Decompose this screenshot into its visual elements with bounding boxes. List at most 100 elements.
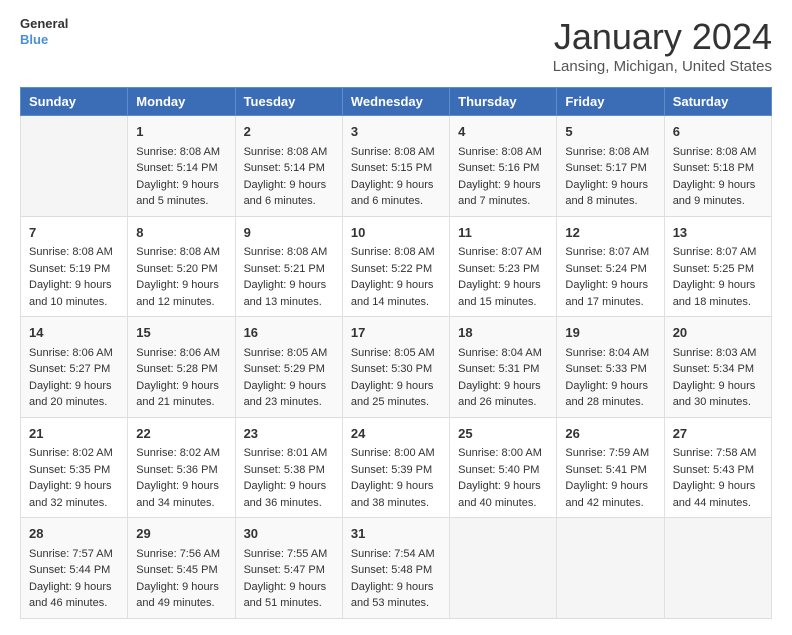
sunset-text: Sunset: 5:29 PM — [244, 363, 325, 375]
day-number: 20 — [673, 323, 763, 343]
sunrise-text: Sunrise: 8:01 AM — [244, 447, 328, 459]
sunrise-text: Sunrise: 8:00 AM — [458, 447, 542, 459]
calendar-cell: 19Sunrise: 8:04 AMSunset: 5:33 PMDayligh… — [557, 317, 664, 418]
day-info: Sunrise: 8:08 AMSunset: 5:18 PMDaylight:… — [673, 144, 763, 210]
daylight-text: Daylight: 9 hours and 7 minutes. — [458, 179, 541, 208]
sunset-text: Sunset: 5:14 PM — [244, 162, 325, 174]
sunrise-text: Sunrise: 8:02 AM — [136, 447, 220, 459]
day-info: Sunrise: 8:08 AM Sunset: 5:20 PM Daylight:… — [136, 244, 226, 310]
sunset-text: Sunset: 5:23 PM — [458, 263, 539, 275]
day-info: Sunrise: 8:08 AMSunset: 5:22 PMDaylight:… — [351, 244, 441, 310]
sunset-text: Sunset: 5:34 PM — [673, 363, 754, 375]
day-info: Sunrise: 8:08 AMSunset: 5:16 PMDaylight:… — [458, 144, 548, 210]
calendar-cell: 14Sunrise: 8:06 AMSunset: 5:27 PMDayligh… — [21, 317, 128, 418]
sunset-text: Sunset: 5:24 PM — [565, 263, 646, 275]
calendar-cell: 31Sunrise: 7:54 AMSunset: 5:48 PMDayligh… — [342, 518, 449, 619]
day-number: 2 — [244, 122, 334, 142]
day-info: Sunrise: 7:59 AMSunset: 5:41 PMDaylight:… — [565, 445, 655, 511]
day-info: Sunrise: 8:07 AMSunset: 5:24 PMDaylight:… — [565, 244, 655, 310]
day-info: Sunrise: 8:05 AMSunset: 5:29 PMDaylight:… — [244, 345, 334, 411]
calendar-cell: 28Sunrise: 7:57 AMSunset: 5:44 PMDayligh… — [21, 518, 128, 619]
day-header-wednesday: Wednesday — [342, 88, 449, 116]
calendar-cell: 12Sunrise: 8:07 AMSunset: 5:24 PMDayligh… — [557, 216, 664, 317]
title-block: January 2024 Lansing, Michigan, United S… — [553, 16, 772, 75]
sunset-text: Sunset: 5:38 PM — [244, 464, 325, 476]
logo-text-line2: Blue — [20, 32, 68, 48]
day-info: Sunrise: 8:08 AMSunset: 5:14 PMDaylight:… — [136, 144, 226, 210]
sunrise-text: Sunrise: 8:08 AM — [136, 146, 220, 158]
sunset-text: Sunset: 5:35 PM — [29, 464, 110, 476]
calendar-cell: 18Sunrise: 8:04 AMSunset: 5:31 PMDayligh… — [450, 317, 557, 418]
daylight-text: Daylight: 9 hours and 38 minutes. — [351, 480, 434, 509]
sunrise-text: Sunrise: 8:07 AM — [565, 246, 649, 258]
daylight-text: Daylight: 9 hours and 9 minutes. — [673, 179, 756, 208]
calendar-cell: 21Sunrise: 8:02 AMSunset: 5:35 PMDayligh… — [21, 417, 128, 518]
day-number: 5 — [565, 122, 655, 142]
daylight-text: Daylight: 9 hours and 49 minutes. — [136, 581, 219, 610]
sunrise-text: Sunrise: 8:08 AM — [244, 246, 328, 258]
day-number: 19 — [565, 323, 655, 343]
sunset-text: Sunset: 5:19 PM — [29, 263, 110, 275]
day-info: Sunrise: 8:04 AMSunset: 5:33 PMDaylight:… — [565, 345, 655, 411]
calendar-week-row: 21Sunrise: 8:02 AMSunset: 5:35 PMDayligh… — [21, 417, 772, 518]
sunrise-text: Sunrise: 8:00 AM — [351, 447, 435, 459]
calendar-cell: 17Sunrise: 8:05 AMSunset: 5:30 PMDayligh… — [342, 317, 449, 418]
day-info: Sunrise: 8:00 AMSunset: 5:39 PMDaylight:… — [351, 445, 441, 511]
daylight-text: Daylight: 9 hours and 34 minutes. — [136, 480, 219, 509]
calendar-cell: 3Sunrise: 8:08 AMSunset: 5:15 PMDaylight… — [342, 116, 449, 217]
daylight-text: Daylight: 9 hours and 21 minutes. — [136, 380, 219, 409]
day-info: Sunrise: 8:08 AMSunset: 5:17 PMDaylight:… — [565, 144, 655, 210]
sunrise-text: Sunrise: 7:55 AM — [244, 548, 328, 560]
day-info: Sunrise: 7:56 AMSunset: 5:45 PMDaylight:… — [136, 546, 226, 612]
calendar-cell: 4Sunrise: 8:08 AMSunset: 5:16 PMDaylight… — [450, 116, 557, 217]
daylight-text: Daylight: 9 hours and 42 minutes. — [565, 480, 648, 509]
calendar-week-row: 14Sunrise: 8:06 AMSunset: 5:27 PMDayligh… — [21, 317, 772, 418]
calendar-cell: 2Sunrise: 8:08 AMSunset: 5:14 PMDaylight… — [235, 116, 342, 217]
calendar-cell — [21, 116, 128, 217]
day-info: Sunrise: 8:05 AMSunset: 5:30 PMDaylight:… — [351, 345, 441, 411]
sunrise-text: Sunrise: 7:59 AM — [565, 447, 649, 459]
calendar-cell: 26Sunrise: 7:59 AMSunset: 5:41 PMDayligh… — [557, 417, 664, 518]
daylight-text: Daylight: 9 hours and 32 minutes. — [29, 480, 112, 509]
calendar-cell: 6Sunrise: 8:08 AMSunset: 5:18 PMDaylight… — [664, 116, 771, 217]
calendar-cell: 8Sunrise: 8:08 AMSunset: 5:20 PMDaylight… — [128, 216, 235, 317]
daylight-text: Daylight: 9 hours and 30 minutes. — [673, 380, 756, 409]
sunset-text: Sunset: 5:14 PM — [136, 162, 217, 174]
sunrise-text: Sunrise: 8:02 AM — [29, 447, 113, 459]
day-number: 25 — [458, 424, 548, 444]
sunrise-text: Sunrise: 8:08 AM — [136, 246, 220, 258]
day-info: Sunrise: 8:07 AMSunset: 5:23 PMDaylight:… — [458, 244, 548, 310]
sunset-text: Sunset: 5:20 PM — [136, 263, 217, 275]
sunrise-text: Sunrise: 8:07 AM — [458, 246, 542, 258]
calendar-cell: 13Sunrise: 8:07 AMSunset: 5:25 PMDayligh… — [664, 216, 771, 317]
page-header: General Blue General Blue January 2024 L… — [20, 16, 772, 75]
day-info: Sunrise: 7:55 AMSunset: 5:47 PMDaylight:… — [244, 546, 334, 612]
calendar-cell — [450, 518, 557, 619]
daylight-text: Daylight: 9 hours and 23 minutes. — [244, 380, 327, 409]
daylight-text: Daylight: 9 hours and 25 minutes. — [351, 380, 434, 409]
calendar-cell: 10Sunrise: 8:08 AMSunset: 5:22 PMDayligh… — [342, 216, 449, 317]
day-info: Sunrise: 8:07 AMSunset: 5:25 PMDaylight:… — [673, 244, 763, 310]
calendar-cell: 1Sunrise: 8:08 AMSunset: 5:14 PMDaylight… — [128, 116, 235, 217]
day-info: Sunrise: 8:08 AMSunset: 5:19 PMDaylight:… — [29, 244, 119, 310]
day-number: 28 — [29, 524, 119, 544]
sunset-text: Sunset: 5:47 PM — [244, 564, 325, 576]
sunrise-text: Sunrise: 8:08 AM — [244, 146, 328, 158]
daylight-text: Daylight: 9 hours and 12 minutes. — [136, 279, 219, 308]
day-number: 1 — [136, 122, 226, 142]
day-info: Sunrise: 8:08 AMSunset: 5:14 PMDaylight:… — [244, 144, 334, 210]
sunrise-text: Sunrise: 8:08 AM — [351, 146, 435, 158]
day-number: 14 — [29, 323, 119, 343]
day-number: 27 — [673, 424, 763, 444]
day-header-tuesday: Tuesday — [235, 88, 342, 116]
calendar-cell: 25Sunrise: 8:00 AMSunset: 5:40 PMDayligh… — [450, 417, 557, 518]
sunrise-text: Sunrise: 8:08 AM — [458, 146, 542, 158]
day-info: Sunrise: 7:57 AMSunset: 5:44 PMDaylight:… — [29, 546, 119, 612]
day-number: 30 — [244, 524, 334, 544]
sunset-text: Sunset: 5:15 PM — [351, 162, 432, 174]
daylight-text: Daylight: 9 hours and 6 minutes. — [351, 179, 434, 208]
day-number: 16 — [244, 323, 334, 343]
calendar-cell: 7Sunrise: 8:08 AMSunset: 5:19 PMDaylight… — [21, 216, 128, 317]
sunrise-text: Sunrise: 8:05 AM — [351, 347, 435, 359]
calendar-cell: 23Sunrise: 8:01 AMSunset: 5:38 PMDayligh… — [235, 417, 342, 518]
